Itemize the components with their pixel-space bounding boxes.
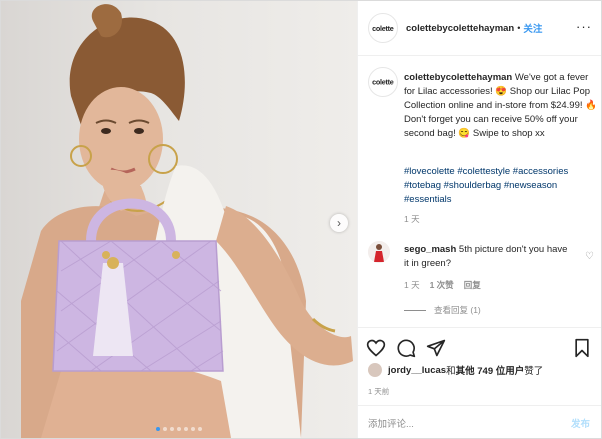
post-timestamp: 1 天前 xyxy=(368,387,390,396)
post-sidebar: colette colettebycolettehayman • 关注 ··· … xyxy=(357,1,601,438)
liker-avatar[interactable] xyxy=(368,363,382,377)
likes-connector: 和 xyxy=(446,366,456,377)
bookmark-icon[interactable] xyxy=(572,338,592,358)
separator-dot: • xyxy=(517,23,521,33)
photo-illustration xyxy=(21,4,353,438)
comment-likes[interactable]: 1 次赞 xyxy=(430,279,454,291)
avatar-logo-text: colette xyxy=(372,77,394,87)
carousel-dot xyxy=(191,427,195,431)
account-avatar[interactable]: colette xyxy=(368,13,398,43)
carousel-dot xyxy=(163,427,167,431)
comment-meta: 1 天 1 次赞 回复 xyxy=(404,279,481,291)
follow-button[interactable]: 关注 xyxy=(523,21,542,35)
comment-icon[interactable] xyxy=(396,338,416,358)
instagram-post: › colette colettebycolettehayman • 关注 ··… xyxy=(0,0,602,439)
comment-input[interactable]: 添加评论... xyxy=(368,416,414,430)
carousel-dot xyxy=(198,427,202,431)
post-header: colette colettebycolettehayman • 关注 xyxy=(358,1,601,56)
hashtag[interactable]: #totebag xyxy=(404,180,441,191)
reply-button[interactable]: 回复 xyxy=(464,279,481,291)
comment-timestamp: 1 天 xyxy=(404,280,420,290)
comment-text: sego_mash 5th picture don't you have it … xyxy=(404,243,574,271)
next-arrow-icon[interactable]: › xyxy=(330,214,348,232)
likes-summary: jordy__lucas 和 其他 749 位用户 赞了 xyxy=(368,363,543,377)
carousel-dots xyxy=(1,427,357,431)
carousel-dot xyxy=(170,427,174,431)
hashtag[interactable]: #colettestyle xyxy=(457,166,510,177)
view-replies-label: 查看回复 (1) xyxy=(434,305,481,315)
hashtag[interactable]: #shoulderbag xyxy=(444,180,502,191)
hashtag[interactable]: #newseason xyxy=(504,180,557,191)
post-photo[interactable]: › xyxy=(1,1,357,438)
avatar-logo-text: colette xyxy=(372,23,394,33)
liker-username[interactable]: jordy__lucas xyxy=(388,365,446,376)
comment-username[interactable]: sego_mash xyxy=(404,244,456,255)
hashtag-list: #lovecolette #colettestyle #accessories … xyxy=(404,165,600,207)
account-username[interactable]: colettebycolettehayman xyxy=(406,23,514,34)
hashtag[interactable]: #accessories xyxy=(513,166,568,177)
share-icon[interactable] xyxy=(426,338,446,358)
caption-avatar[interactable]: colette xyxy=(368,67,398,97)
replies-divider xyxy=(404,309,426,311)
comment-heart-icon[interactable]: ♡ xyxy=(585,251,594,262)
carousel-dot xyxy=(184,427,188,431)
heart-icon[interactable] xyxy=(366,338,386,358)
commenter-avatar[interactable] xyxy=(368,241,390,263)
view-replies-button[interactable]: 查看回复 (1) xyxy=(404,304,481,316)
likes-suffix: 赞了 xyxy=(524,366,544,377)
caption-username[interactable]: colettebycolettehayman xyxy=(404,72,512,83)
hashtag[interactable]: #essentials xyxy=(404,194,452,205)
caption-timestamp: 1 天 xyxy=(404,214,420,224)
add-comment-bar: 添加评论... 发布 xyxy=(358,405,601,438)
carousel-dot xyxy=(156,427,160,431)
likes-others[interactable]: 其他 749 位用户 xyxy=(456,363,525,377)
action-bar xyxy=(358,327,601,368)
caption-text: colettebycolettehayman We've got a fever… xyxy=(404,71,600,141)
more-options-icon[interactable]: ··· xyxy=(576,19,592,34)
hashtag[interactable]: #lovecolette xyxy=(404,166,455,177)
post-comment-button[interactable]: 发布 xyxy=(571,416,590,430)
carousel-dot xyxy=(177,427,181,431)
avatar-image xyxy=(368,241,390,263)
